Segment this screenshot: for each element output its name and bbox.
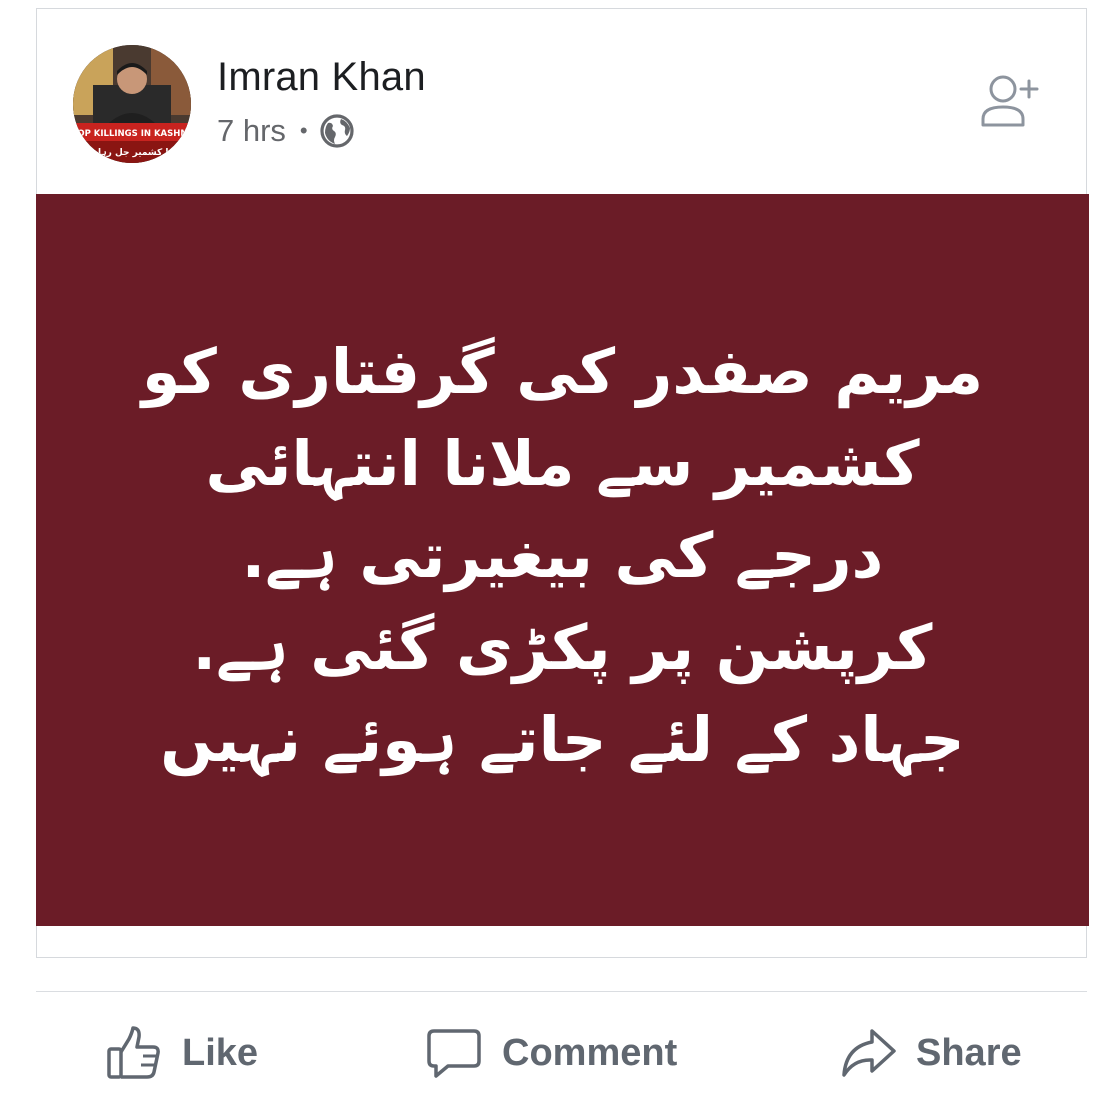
post-text-banner[interactable]: مریم صفدر کی گرفتاری کو کشمیر سے ملانا ا… <box>36 194 1089 926</box>
banner-line: درجے کی بیغیرتی ہے. <box>241 519 884 592</box>
banner-line: جہاد کے لئے جاتے ہوئے نہیں <box>160 703 965 776</box>
avatar-caption-urdu: مرا کشمیر جل رہا ہے <box>84 148 179 158</box>
author-name[interactable]: Imran Khan <box>217 55 426 100</box>
like-button[interactable]: Like <box>106 1018 258 1088</box>
avatar-image: STOP KILLINGS IN KASHMIR مرا کشمیر جل رہ… <box>73 45 191 163</box>
like-label: Like <box>182 1031 259 1074</box>
thumbs-up-icon <box>107 1026 160 1079</box>
avatar-caption: STOP KILLINGS IN KASHMIR <box>73 129 191 139</box>
actions-divider <box>36 991 1087 992</box>
post-card: STOP KILLINGS IN KASHMIR مرا کشمیر جل رہ… <box>36 8 1089 958</box>
share-label: Share <box>916 1031 1022 1074</box>
banner-text: مریم صفدر کی گرفتاری کو کشمیر سے ملانا ا… <box>142 326 983 794</box>
banner-line: مریم صفدر کی گرفتاری کو <box>141 335 984 408</box>
meta-separator: • <box>299 118 308 143</box>
post-actions-bar: Like Comment Share <box>36 1018 1087 1088</box>
post-meta: 7 hrs • <box>217 113 354 149</box>
banner-line: کرپشن پر پکڑی گئی ہے. <box>192 611 933 684</box>
comment-icon <box>427 1029 481 1078</box>
add-friend-icon[interactable] <box>979 69 1041 131</box>
comment-label: Comment <box>502 1031 678 1074</box>
post-timestamp[interactable]: 7 hrs <box>217 113 286 149</box>
comment-button[interactable]: Comment <box>426 1018 677 1088</box>
share-button[interactable]: Share <box>840 1018 1022 1088</box>
share-arrow-icon <box>842 1029 896 1077</box>
banner-line: کشمیر سے ملانا انتہائی <box>205 427 920 500</box>
globe-icon[interactable] <box>320 114 354 148</box>
avatar[interactable]: STOP KILLINGS IN KASHMIR مرا کشمیر جل رہ… <box>73 45 191 163</box>
